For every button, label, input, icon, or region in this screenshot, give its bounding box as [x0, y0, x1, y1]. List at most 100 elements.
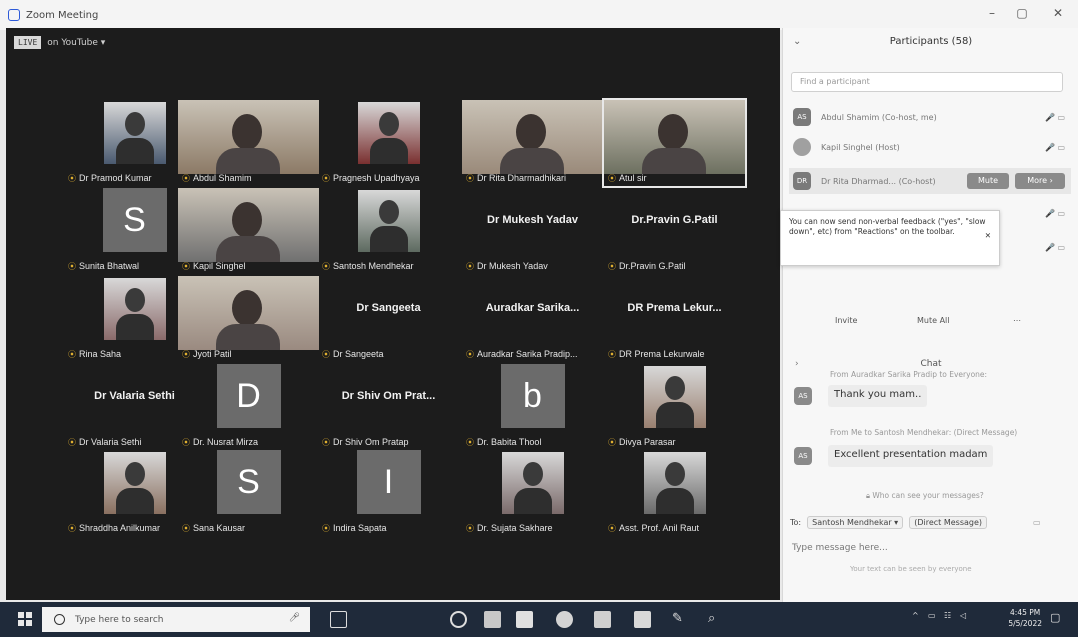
- participant-tile[interactable]: I ⦿ Indira Sapata: [318, 450, 459, 536]
- participant-tile[interactable]: D ⦿ Dr. Nusrat Mirza: [178, 364, 319, 450]
- muted-mic-icon: ⦿: [182, 350, 190, 359]
- participant-video: [462, 100, 603, 174]
- minimize-icon[interactable]: –: [980, 6, 1004, 20]
- participant-display-name: DR Prema Lekur...: [627, 302, 722, 314]
- muted-mic-icon: ⦿: [608, 174, 616, 183]
- mic-video-icons[interactable]: 🎤 ▭: [1045, 143, 1065, 152]
- tray-chevron-icon[interactable]: ^: [912, 611, 919, 620]
- participant-video: [178, 188, 319, 262]
- chat-input[interactable]: Type message here...: [792, 543, 888, 553]
- chrome-icon[interactable]: [556, 611, 573, 628]
- muted-mic-icon: ⦿: [322, 524, 330, 533]
- chat-message: Thank you mam..: [828, 385, 928, 407]
- participant-name: Asst. Prof. Anil Raut: [619, 523, 700, 533]
- participant-photo: [501, 452, 564, 514]
- mic-video-icons[interactable]: 🎤 ▭: [1045, 113, 1065, 122]
- participant-name: Dr.Pravin G.Patil: [619, 261, 686, 271]
- windows-start-icon[interactable]: [18, 612, 32, 626]
- file-explorer-icon[interactable]: [484, 611, 501, 628]
- participant-name: Dr Rita Dharmadhikari: [477, 173, 567, 183]
- volume-icon[interactable]: ◁: [960, 611, 966, 620]
- participant-name: Indira Sapata: [333, 523, 387, 533]
- mic-video-icons[interactable]: 🎤 ▭: [1045, 209, 1065, 218]
- participant-label: ⦿ Sana Kausar: [182, 523, 245, 534]
- participant-name: Dr Pramod Kumar: [79, 173, 152, 183]
- participant-name: Dr Mukesh Yadav: [477, 261, 548, 271]
- participant-tile[interactable]: ⦿ Santosh Mendhekar: [318, 188, 459, 274]
- participant-name: Abdul Shamim (Co-host, me): [821, 112, 937, 122]
- taskbar-search-input[interactable]: Type here to search 🎤︎: [42, 607, 310, 632]
- zoom-app-icon: [8, 9, 20, 21]
- notepad-icon[interactable]: [516, 611, 533, 628]
- microphone-icon[interactable]: 🎤︎: [289, 613, 300, 623]
- participant-video: [604, 100, 745, 174]
- participant-display-name: Dr.Pravin G.Patil: [631, 214, 718, 226]
- zoom-window: Zoom Meeting – ▢ ✕ LIVE on YouTube ▾ ⦿ Dr…: [0, 0, 1078, 637]
- participant-label: ⦿ Atul sir: [608, 173, 647, 184]
- tooltip-close-icon[interactable]: ✕: [985, 231, 991, 241]
- participant-label: ⦿ DR Prema Lekurwale: [608, 349, 705, 360]
- magnifier-icon[interactable]: ⌕: [708, 611, 725, 628]
- participant-tile[interactable]: Dr Mukesh Yadav ⦿ Dr Mukesh Yadav: [462, 188, 603, 274]
- participant-tile[interactable]: ⦿ Abdul Shamim: [178, 100, 319, 186]
- participant-tile[interactable]: ⦿ Atul sir: [602, 98, 747, 188]
- participant-name: Abdul Shamim: [193, 173, 252, 183]
- participant-label: ⦿ Dr Shiv Om Pratap: [322, 437, 409, 448]
- participant-search-input[interactable]: Find a participant: [791, 72, 1063, 92]
- participant-tile[interactable]: ⦿ Kapil Singhel: [178, 188, 319, 274]
- participant-label: ⦿ Abdul Shamim: [182, 173, 252, 184]
- system-clock[interactable]: 4:45 PM 5/5/2022: [1008, 607, 1042, 629]
- participant-row[interactable]: AS Abdul Shamim (Co-host, me) 🎤 ▭: [789, 104, 1071, 130]
- participant-tile[interactable]: ⦿ Dr. Sujata Sakhare: [462, 450, 603, 536]
- muted-mic-icon: ⦿: [68, 174, 76, 183]
- participant-tile[interactable]: ⦿ Pragnesh Upadhyaya: [318, 100, 459, 186]
- avatar: [793, 138, 811, 156]
- participant-tile[interactable]: S ⦿ Sana Kausar: [178, 450, 319, 536]
- participant-label: ⦿ Indira Sapata: [322, 523, 387, 534]
- participant-tile[interactable]: ⦿ Asst. Prof. Anil Raut: [604, 450, 745, 536]
- close-icon[interactable]: ✕: [1046, 6, 1070, 20]
- muted-mic-icon: ⦿: [466, 262, 474, 271]
- pen-icon[interactable]: ✎: [672, 611, 689, 628]
- chat-recipient-row: To: Santosh Mendhekar ▾ (Direct Message)…: [790, 516, 1041, 529]
- participant-row[interactable]: Kapil Singhel (Host) 🎤 ▭: [789, 134, 1071, 160]
- recipient-dropdown[interactable]: Santosh Mendhekar ▾: [807, 516, 904, 529]
- task-view-icon[interactable]: [330, 611, 347, 628]
- participant-tile[interactable]: Dr.Pravin G.Patil ⦿ Dr.Pravin G.Patil: [604, 188, 745, 274]
- participant-name: Dr. Babita Thool: [477, 437, 542, 447]
- mute-all-button[interactable]: Mute All: [917, 316, 950, 325]
- battery-icon[interactable]: ▭: [928, 611, 936, 620]
- notifications-icon[interactable]: ▢: [1050, 611, 1060, 624]
- live-badge[interactable]: LIVE: [14, 36, 42, 49]
- participant-tile[interactable]: ⦿ Divya Parasar: [604, 364, 745, 450]
- zoom-taskbar-icon[interactable]: [634, 611, 651, 628]
- participant-tile[interactable]: Dr Sangeeta ⦿ Dr Sangeeta: [318, 276, 459, 362]
- participant-initial: S: [102, 188, 167, 252]
- direct-message-badge: (Direct Message): [909, 516, 988, 529]
- who-can-see-link[interactable]: 🔒︎ Who can see your messages?: [866, 491, 984, 501]
- cortana-icon[interactable]: [450, 611, 467, 628]
- participant-tile[interactable]: b ⦿ Dr. Babita Thool: [462, 364, 603, 450]
- participant-tile[interactable]: DR Prema Lekur... ⦿ DR Prema Lekurwale: [604, 276, 745, 362]
- mute-button[interactable]: Mute: [967, 173, 1009, 189]
- muted-mic-icon: ⦿: [68, 438, 76, 447]
- chat-avatar: AS: [794, 387, 812, 405]
- participant-label: ⦿ Rina Saha: [68, 349, 121, 360]
- network-icon[interactable]: ☷: [944, 611, 951, 620]
- search-placeholder: Type here to search: [75, 614, 164, 625]
- maximize-icon[interactable]: ▢: [1010, 6, 1034, 20]
- participant-name: Sana Kausar: [193, 523, 246, 533]
- participant-tile[interactable]: ⦿ Jyoti Patil: [178, 276, 319, 362]
- more-options-icon[interactable]: ⋯: [1013, 316, 1021, 325]
- participant-name: Dr Shiv Om Pratap: [333, 437, 409, 447]
- participant-tile[interactable]: Auradkar Sarika... ⦿ Auradkar Sarika Pradi…: [462, 276, 603, 362]
- file-share-icon[interactable]: ▭: [1033, 518, 1041, 527]
- mic-video-icons[interactable]: 🎤 ▭: [1045, 243, 1065, 252]
- word-icon[interactable]: [594, 611, 611, 628]
- windows-taskbar: Type here to search 🎤︎ ✎ ⌕ ^ ▭ ☷ ◁ 4:45 …: [0, 602, 1078, 637]
- participant-tile[interactable]: ⦿ Dr Rita Dharmadhikari: [462, 100, 603, 186]
- invite-button[interactable]: Invite: [835, 316, 857, 325]
- more-button[interactable]: More ›: [1015, 173, 1065, 189]
- participant-tile[interactable]: Dr Shiv Om Prat... ⦿ Dr Shiv Om Pratap: [318, 364, 459, 450]
- live-platform[interactable]: on YouTube ▾: [47, 38, 105, 48]
